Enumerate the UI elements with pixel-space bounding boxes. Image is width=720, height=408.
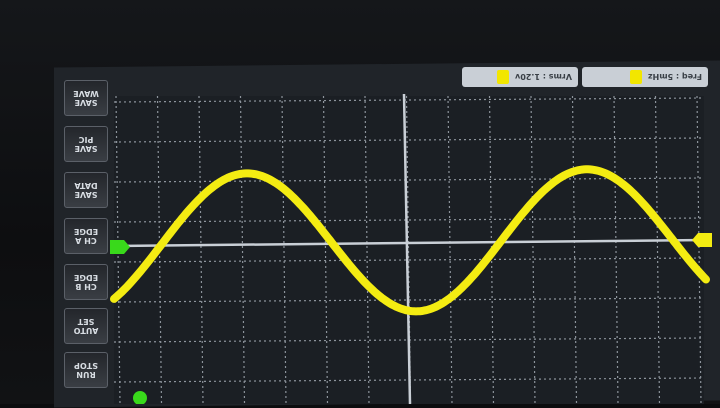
waveform-plot: [110, 93, 712, 404]
